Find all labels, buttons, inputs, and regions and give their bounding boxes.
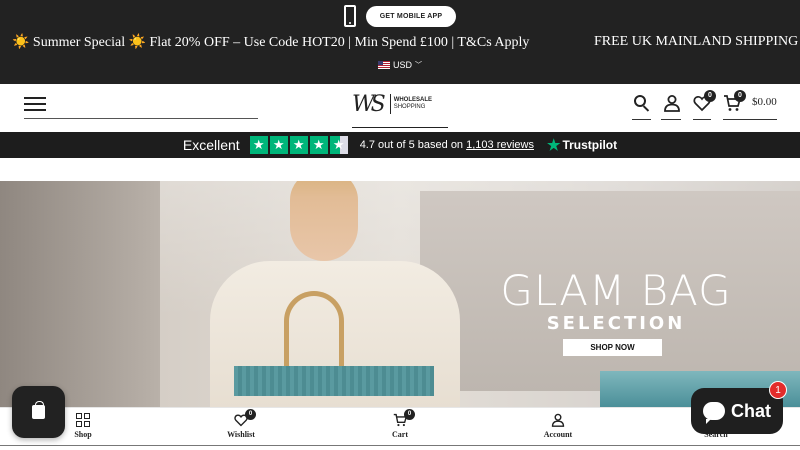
- shop-app-button[interactable]: [12, 386, 65, 438]
- trustpilot-summary: 4.7 out of 5 based on 1,103 reviews: [360, 139, 534, 151]
- hero-banner[interactable]: GLAM BAG SELECTION SHOP NOW: [0, 181, 800, 407]
- bag-body: [234, 366, 434, 396]
- hero-model-head: [290, 181, 358, 261]
- star-icon: ★: [249, 136, 268, 154]
- promo-text-shipping[interactable]: FREE UK MAINLAND SHIPPING O: [594, 34, 800, 50]
- wishlist-icon-underline: [693, 119, 711, 120]
- bottom-nav-wishlist[interactable]: 0 Wishlist: [211, 409, 271, 439]
- chat-button[interactable]: Chat: [691, 388, 783, 434]
- bottom-nav-wishlist-label: Wishlist: [227, 430, 255, 439]
- logo-wordmark: WHOLESALE SHOPPING: [394, 97, 432, 111]
- logo-line-1: WHOLESALE: [393, 97, 433, 103]
- star-icon: ★: [289, 136, 308, 154]
- user-icon: [551, 413, 565, 427]
- bottom-nav-cart-label: Cart: [392, 430, 408, 439]
- cart-icon: 0: [393, 409, 415, 427]
- promo-text-summer[interactable]: ☀️ Summer Special ☀️ Flat 20% OFF – Use …: [12, 34, 529, 51]
- account-icon[interactable]: [663, 94, 681, 112]
- trustpilot-score-text: 4.7 out of 5 based on: [359, 139, 467, 151]
- bottom-nav-account[interactable]: Account: [528, 413, 588, 439]
- star-icon: ★: [309, 136, 328, 154]
- wishlist-heart-icon[interactable]: 0: [693, 90, 716, 112]
- cart-total[interactable]: $0.00: [752, 96, 777, 108]
- bottom-nav: Shop 0 Wishlist 0 Cart Account Search: [0, 407, 800, 445]
- cart-underline: [723, 119, 777, 120]
- search-icon[interactable]: [633, 94, 651, 112]
- chat-notification-badge: 1: [769, 381, 787, 399]
- trustpilot-logo[interactable]: ★ Trustpilot: [547, 136, 617, 154]
- chat-bubble-icon: [703, 402, 725, 424]
- trustpilot-rating-word: Excellent: [182, 137, 240, 153]
- search-icon-underline: [632, 119, 651, 120]
- logo-divider: [389, 94, 391, 114]
- cart-count-badge: 0: [734, 90, 746, 102]
- star-icon: ★: [269, 136, 288, 154]
- account-icon-underline: [661, 119, 681, 120]
- logo-mark: WS: [352, 91, 386, 117]
- chevron-down-icon: ﹀: [415, 62, 422, 69]
- bottom-nav-account-label: Account: [543, 430, 573, 439]
- half-star-icon: ★: [329, 136, 348, 154]
- phone-icon: [343, 5, 356, 27]
- logo-underline: [352, 127, 448, 128]
- announcement-bar: GET MOBILE APP ☀️ Summer Special ☀️ Flat…: [0, 0, 800, 84]
- search-input-underline[interactable]: [24, 118, 258, 119]
- bottom-nav-shop-label: Shop: [74, 430, 92, 439]
- heart-icon: 0: [234, 409, 256, 427]
- currency-label: USD: [392, 60, 412, 70]
- trustpilot-star-icon: ★: [546, 137, 561, 154]
- cart-badge: 0: [404, 409, 415, 420]
- wishlist-badge: 0: [245, 409, 256, 420]
- get-mobile-app-button[interactable]: GET MOBILE APP: [365, 5, 457, 27]
- grid-icon: [76, 413, 90, 427]
- trustpilot-stars: ★ ★ ★ ★ ★: [249, 136, 348, 154]
- us-flag-icon: [377, 61, 390, 69]
- hero-subtitle: SELECTION: [546, 313, 686, 334]
- currency-selector[interactable]: USD ﹀: [0, 60, 800, 70]
- hero-title: GLAM BAG: [500, 266, 732, 315]
- cart-icon[interactable]: 0: [723, 90, 746, 112]
- wishlist-count-badge: 0: [704, 90, 716, 102]
- bottom-divider: [0, 445, 800, 446]
- hero-background-wall-left: [0, 181, 160, 407]
- site-header: WS WHOLESALE SHOPPING 0 0 $0.00: [0, 84, 800, 132]
- site-logo[interactable]: WS WHOLESALE SHOPPING: [352, 89, 448, 119]
- logo-line-2: SHOPPING: [393, 104, 426, 110]
- trustpilot-brand: Trustpilot: [562, 138, 618, 152]
- trustpilot-reviews-link[interactable]: 1,103 reviews: [466, 139, 534, 151]
- shop-now-button[interactable]: SHOP NOW: [563, 339, 662, 356]
- trustpilot-bar[interactable]: Excellent ★ ★ ★ ★ ★ 4.7 out of 5 based o…: [0, 132, 800, 158]
- shopping-bag-icon: [32, 401, 45, 419]
- menu-icon[interactable]: [24, 97, 46, 111]
- bag-handle: [284, 291, 344, 371]
- mobile-app-row: GET MOBILE APP: [0, 4, 800, 28]
- promo-ticker: ☀️ Summer Special ☀️ Flat 20% OFF – Use …: [0, 30, 800, 54]
- bottom-nav-cart[interactable]: 0 Cart: [370, 409, 430, 439]
- chat-label: Chat: [731, 400, 771, 421]
